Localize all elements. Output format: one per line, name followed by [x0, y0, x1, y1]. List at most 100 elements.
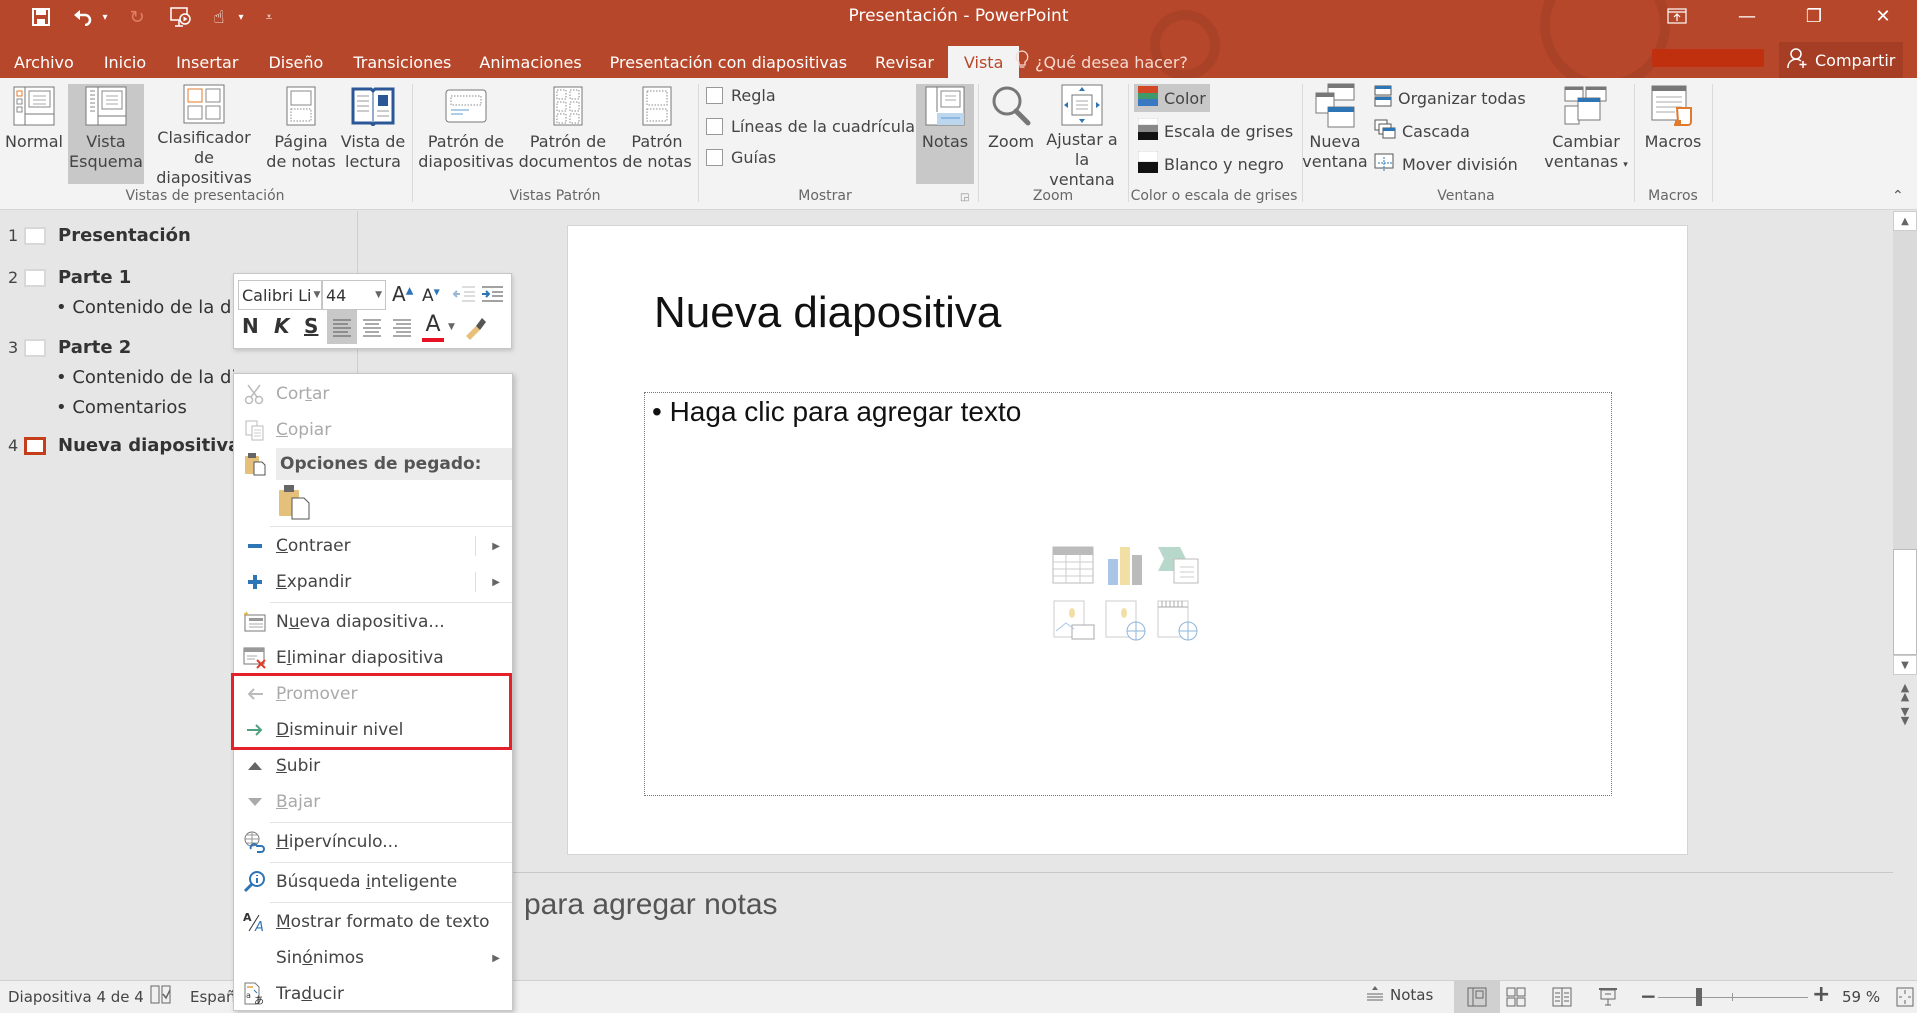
tab-revisar[interactable]: Revisar — [861, 46, 948, 78]
menu-item-smart-lookup[interactable]: Búsqueda inteligente — [234, 864, 512, 900]
outline-bullet[interactable]: • Comentarios — [56, 397, 234, 418]
increase-font-size-button[interactable]: A▲ — [392, 282, 413, 306]
slide-title-placeholder[interactable]: Nueva diapositiva — [654, 288, 1001, 338]
view-notes-page-button[interactable]: Página de notas — [266, 84, 336, 184]
black-white-option[interactable]: Blanco y negro — [1134, 150, 1288, 178]
spell-check-icon[interactable] — [150, 985, 172, 1009]
fit-slide-button[interactable] — [1896, 987, 1914, 1011]
tab-inicio[interactable]: Inicio — [88, 46, 162, 78]
view-slide-sorter-button[interactable]: Clasificador de diapositivas — [146, 84, 262, 187]
insert-table-icon[interactable] — [1052, 545, 1104, 599]
tab-transiciones[interactable]: Transiciones — [339, 46, 465, 78]
collapse-ribbon-icon[interactable]: ⌃ — [1892, 188, 1904, 204]
notes-master-button[interactable]: Patrón de notas — [620, 84, 694, 184]
menu-item-move-up[interactable]: Subir — [234, 748, 512, 784]
zoom-slider-thumb[interactable] — [1695, 988, 1702, 1006]
notes-toggle-button[interactable]: Notas — [916, 84, 974, 184]
align-left-button[interactable] — [327, 310, 357, 344]
previous-slide-button[interactable]: ▲ ▲ — [1893, 682, 1917, 702]
menu-item-hyperlink[interactable]: Hipervínculo... — [234, 824, 512, 860]
italic-button[interactable]: K — [274, 314, 290, 338]
zoom-out-button[interactable]: − — [1640, 984, 1657, 1008]
vertical-scrollbar[interactable]: ▲ ▼ ▲ ▲ ▼ ▼ — [1893, 211, 1917, 871]
zoom-button[interactable]: Zoom — [982, 84, 1040, 184]
tab-presentacion[interactable]: Presentación con diapositivas — [596, 46, 861, 78]
tell-me-search[interactable]: ¿Qué desea hacer? — [1015, 46, 1188, 78]
menu-item-collapse[interactable]: Contraer ▶ — [234, 528, 512, 564]
gridlines-checkbox[interactable]: Líneas de la cuadrícula — [706, 117, 915, 136]
outline-bullet[interactable]: • Contenido de la diapositiva — [56, 297, 234, 318]
outline-bullet[interactable]: • Contenido de la diapositiva — [56, 367, 234, 388]
slide-master-button[interactable]: Patrón de diapositivas — [418, 84, 514, 184]
switch-windows-button[interactable]: Cambiar ventanas ▾ — [1544, 84, 1628, 184]
zoom-in-button[interactable]: + — [1812, 982, 1830, 1007]
tab-diseno[interactable]: Diseño — [252, 46, 339, 78]
outline-slide-3[interactable]: 3 Parte 2 — [8, 337, 131, 358]
share-button[interactable]: Compartir — [1779, 42, 1903, 78]
reading-view-status-button[interactable] — [1552, 987, 1572, 1011]
tab-insertar[interactable]: Insertar — [162, 46, 252, 78]
notes-status-button[interactable]: Notas — [1366, 985, 1433, 1005]
tab-archivo[interactable]: Archivo — [0, 46, 88, 78]
tab-animaciones[interactable]: Animaciones — [465, 46, 595, 78]
grayscale-option[interactable]: Escala de grises — [1134, 117, 1297, 145]
view-reading-button[interactable]: Vista de lectura — [338, 84, 408, 184]
scroll-track[interactable] — [1893, 231, 1917, 549]
menu-item-show-text-formatting[interactable]: AA Mostrar formato de texto — [234, 904, 512, 940]
font-size-combobox[interactable]: 44 ▼ — [322, 280, 386, 310]
insert-online-picture-icon[interactable] — [1104, 599, 1156, 653]
arrange-all-button[interactable]: Organizar todas — [1370, 84, 1530, 112]
increase-indent-button[interactable] — [480, 284, 504, 308]
scroll-down-button[interactable]: ▼ — [1893, 655, 1917, 675]
slideshow-status-button[interactable] — [1598, 987, 1618, 1011]
normal-view-status-button[interactable] — [1454, 981, 1500, 1013]
font-color-dropdown-icon[interactable]: ▼ — [448, 322, 455, 332]
scroll-up-button[interactable]: ▲ — [1893, 211, 1917, 231]
view-outline-button[interactable]: Vista Esquema — [68, 84, 144, 184]
menu-item-new-slide[interactable]: Nueva diapositiva... — [234, 604, 512, 640]
move-split-button[interactable]: Mover división — [1370, 150, 1522, 178]
outline-slide-1[interactable]: 1 Presentación — [8, 225, 191, 246]
zoom-slider-track[interactable] — [1658, 997, 1808, 998]
ruler-checkbox[interactable]: Regla — [706, 86, 776, 105]
color-option[interactable]: Color — [1134, 84, 1210, 112]
guides-checkbox[interactable]: Guías — [706, 148, 776, 167]
align-center-button[interactable] — [362, 317, 382, 341]
insert-smartart-icon[interactable] — [1156, 545, 1208, 599]
align-right-button[interactable] — [392, 317, 412, 341]
account-name-redacted[interactable] — [1652, 49, 1764, 67]
view-normal-button[interactable]: Normal — [2, 84, 66, 184]
scroll-thumb[interactable] — [1893, 549, 1917, 655]
fit-to-window-button[interactable]: Ajustar a la ventana — [1042, 84, 1122, 189]
minimize-button[interactable]: — — [1719, 0, 1775, 32]
ribbon-display-options-icon[interactable] — [1649, 0, 1705, 32]
next-slide-button[interactable]: ▼ ▼ — [1893, 706, 1917, 726]
menu-item-translate[interactable]: aあ Traducir — [234, 976, 512, 1012]
zoom-percentage[interactable]: 59 % — [1842, 988, 1880, 1006]
tab-vista[interactable]: Vista — [947, 46, 1020, 78]
decrease-font-size-button[interactable]: A▼ — [422, 286, 440, 306]
restore-button[interactable]: ❐ — [1786, 0, 1842, 32]
close-button[interactable]: ✕ — [1855, 0, 1911, 32]
paste-keep-text-only-button[interactable] — [278, 484, 310, 524]
bold-button[interactable]: N — [242, 314, 259, 338]
macros-button[interactable]: Macros — [1640, 84, 1706, 184]
handout-master-button[interactable]: Patrón de documentos — [518, 84, 618, 184]
notes-placeholder-text[interactable]: para agregar notas — [524, 888, 778, 922]
new-window-button[interactable]: Nueva ventana — [1302, 83, 1368, 184]
menu-item-expand[interactable]: Expandir ▶ — [234, 564, 512, 600]
outline-slide-4-current[interactable]: 4 Nueva diapositiva — [8, 435, 240, 456]
insert-picture-icon[interactable] — [1052, 599, 1104, 653]
menu-item-synonyms[interactable]: Sinónimos ▶ — [234, 940, 512, 976]
insert-video-icon[interactable] — [1156, 599, 1208, 653]
show-dialog-launcher-icon[interactable]: ◲ — [960, 192, 969, 203]
insert-chart-icon[interactable] — [1104, 545, 1156, 599]
outline-slide-2[interactable]: 2 Parte 1 — [8, 267, 131, 288]
content-placeholder-text[interactable]: • Haga clic para agregar texto — [652, 396, 1021, 428]
cascade-button[interactable]: Cascada — [1370, 117, 1474, 145]
font-color-button[interactable]: A — [420, 312, 446, 342]
slide-sorter-status-button[interactable] — [1506, 987, 1526, 1011]
font-name-combobox[interactable]: Calibri Li ▼ — [238, 280, 322, 310]
format-painter-button[interactable] — [462, 314, 488, 344]
menu-item-delete-slide[interactable]: Eliminar diapositiva — [234, 640, 512, 676]
